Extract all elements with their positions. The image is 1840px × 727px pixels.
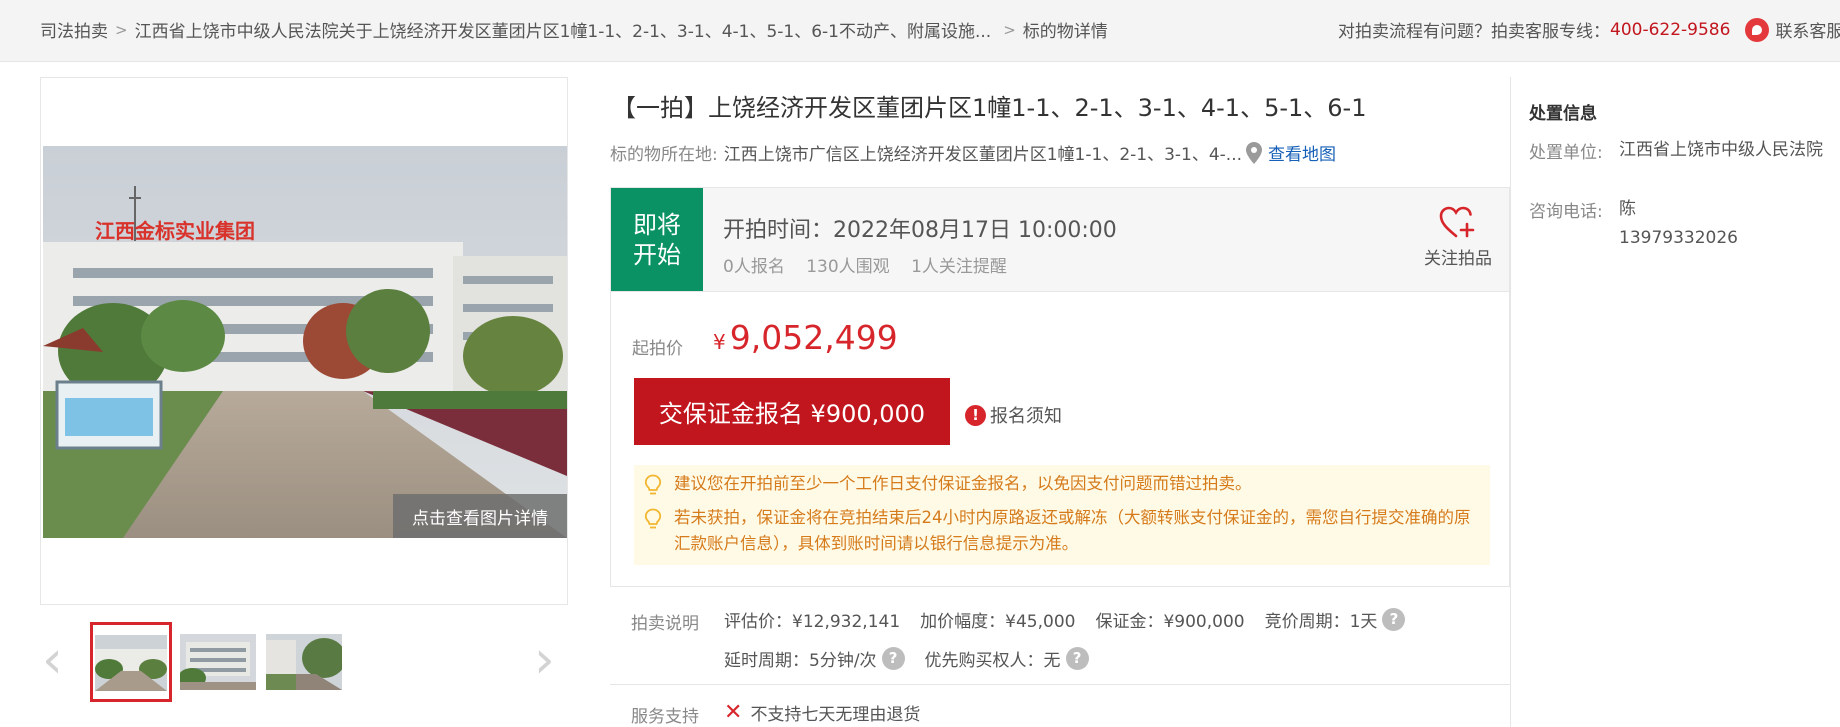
thumbnail-image — [266, 634, 342, 690]
follow-label: 关注拍品 — [1424, 249, 1492, 269]
auction-info-line-1: 评估价：¥12,932,141 加价幅度：¥45,000 保证金：¥900,00… — [724, 607, 1425, 632]
item-location: 标的物所在地: 江西上饶市广信区上饶经济开发区董团片区1幢1-1、2-1、3-1… — [610, 140, 1336, 165]
pay-deposit-signup-button[interactable]: 交保证金报名 ¥900,000 — [634, 378, 950, 445]
start-price: ¥9,052,499 — [713, 318, 898, 357]
service-support: ✕ 不支持七天无理由退货 — [724, 700, 920, 725]
status-line-1: 即将 — [633, 211, 681, 239]
heart-plus-icon — [1439, 206, 1475, 238]
tip-item: 若未获拍，保证金将在竞拍结束后24小时内原路返还或解冻（大额转账支付保证金的，需… — [644, 505, 1480, 557]
start-time: 开拍时间：2022年08月17日 10:00:00 — [723, 218, 1117, 243]
lightbulb-icon — [644, 474, 662, 495]
auction-stats: 0人报名 130人围观 1人关注提醒 — [723, 252, 1023, 277]
tip-text: 建议您在开拍前至少一个工作日支付保证金报名，以免因支付问题而错过拍卖。 — [674, 474, 1252, 493]
disposal-info-panel: 处置信息 处置单位: 江西省上饶市中级人民法院 咨询电话: 陈 13979332… — [1510, 77, 1840, 727]
image-gallery: 江西金标实业集团 点击查看图片详情 — [40, 77, 568, 605]
bid-panel: 起拍价 ¥9,052,499 交保证金报名 ¥900,000 ! 报名须知 建议… — [610, 292, 1510, 587]
bid-cycle: 竞价周期：1天 — [1264, 612, 1378, 632]
tip-text: 若未获拍，保证金将在竞拍结束后24小时内原路返还或解冻（大额转账支付保证金的，需… — [674, 508, 1471, 553]
follow-item-button[interactable]: 关注拍品 — [1421, 206, 1495, 269]
breadcrumb-root-link[interactable]: 司法拍卖 — [40, 17, 108, 42]
item-title: 【一拍】上饶经济开发区董团片区1幢1-1、2-1、3-1、4-1、5-1、6-1 — [612, 94, 1367, 122]
help-icon[interactable]: ? — [1382, 608, 1406, 631]
disposal-unit: 江西省上饶市中级人民法院 — [1619, 140, 1823, 160]
contact-phone-label: 咨询电话: — [1529, 202, 1603, 222]
start-price-label: 起拍价 — [632, 339, 683, 359]
signup-count: 0人报名 — [723, 257, 785, 277]
service-label: 服务支持 — [631, 707, 699, 727]
chevron-right-icon: > — [1003, 20, 1016, 39]
building-sign: 江西金标实业集团 — [95, 219, 255, 243]
status-badge: 即将 开始 — [611, 188, 703, 291]
preemption-item: 优先购买权人：无 ? — [925, 646, 1089, 671]
map-pin-icon — [1246, 141, 1263, 164]
tip-item: 建议您在开拍前至少一个工作日支付保证金报名，以免因支付问题而错过拍卖。 — [644, 471, 1480, 497]
help-icon[interactable]: ? — [881, 647, 905, 670]
thumbnail-image — [180, 634, 256, 690]
breadcrumb-current: 标的物详情 — [1022, 22, 1108, 42]
close-icon: ✕ — [724, 700, 743, 725]
auction-info-label: 拍卖说明 — [631, 614, 699, 634]
auction-info-line-2: 延时周期：5分钟/次 ? 优先购买权人：无 ? — [724, 646, 1109, 671]
currency-symbol: ¥ — [713, 330, 726, 354]
view-map-link[interactable]: 查看地图 — [1268, 140, 1336, 165]
breadcrumb: 司法拍卖 > 江西省上饶市中级人民法院关于上饶经济开发区董团片区1幢1-1、2-… — [40, 17, 1108, 43]
thumbnail-strip: ‹ › — [40, 620, 568, 702]
auction-status-panel: 即将 开始 开拍时间：2022年08月17日 10:00:00 0人报名 130… — [610, 187, 1510, 292]
alert-icon: ! — [965, 404, 986, 426]
disposal-heading: 处置信息 — [1529, 104, 1597, 124]
main-photo[interactable]: 江西金标实业集团 点击查看图片详情 — [43, 146, 567, 538]
disposal-unit-label: 处置单位: — [1529, 143, 1603, 163]
location-label: 标的物所在地: — [610, 145, 718, 165]
help-question: 对拍卖流程有问题？拍卖客服专线： — [1338, 22, 1610, 42]
lightbulb-icon — [644, 508, 662, 529]
contact-phone: 13979332026 — [1619, 228, 1738, 248]
bid-increment: 加价幅度：¥45,000 — [920, 612, 1076, 632]
help-icon[interactable]: ? — [1065, 647, 1089, 670]
contact-service-link[interactable]: 联系客服 — [1775, 17, 1840, 42]
view-photo-details-button[interactable]: 点击查看图片详情 — [393, 494, 567, 538]
deposit-amount: 保证金：¥900,000 — [1095, 612, 1245, 632]
extension-item: 延时周期：5分钟/次 ? — [724, 646, 905, 671]
appraisal-price: 评估价：¥12,932,141 — [724, 612, 901, 632]
reminder-count: 1人关注提醒 — [911, 257, 1007, 277]
start-price-value: 9,052,499 — [729, 318, 898, 357]
preemption-right: 优先购买权人：无 — [924, 651, 1061, 671]
status-line-2: 开始 — [633, 241, 681, 269]
extension-period: 延时周期：5分钟/次 — [724, 651, 877, 671]
contact-info: 陈 13979332026 — [1619, 197, 1825, 251]
building-photo: 江西金标实业集团 — [43, 146, 567, 538]
thumbnail-1[interactable] — [90, 622, 172, 702]
chevron-right-icon: > — [115, 20, 128, 39]
signup-notice-link[interactable]: ! 报名须知 — [965, 402, 1062, 428]
thumbnail-3[interactable] — [266, 634, 342, 690]
customer-service-icon[interactable] — [1745, 17, 1770, 42]
chevron-left-icon[interactable]: ‹ — [42, 634, 70, 686]
no-return-text: 不支持七天无理由退货 — [750, 705, 921, 725]
breadcrumb-case-link[interactable]: 江西省上饶市中级人民法院关于上饶经济开发区董团片区1幢1-1、2-1、3-1、4… — [135, 17, 992, 42]
thumbnail-image — [95, 635, 167, 691]
divider — [610, 684, 1510, 685]
watcher-count: 130人围观 — [806, 257, 890, 277]
thumbnail-2[interactable] — [180, 634, 256, 690]
bid-cycle-item: 竞价周期：1天 ? — [1265, 607, 1406, 632]
location-address: 江西上饶市广信区上饶经济开发区董团片区1幢1-1、2-1、3-1、4-... — [723, 145, 1243, 165]
signup-notice-label: 报名须知 — [990, 406, 1062, 427]
chevron-right-icon[interactable]: › — [534, 634, 562, 686]
hotline-number: 400-622-9586 — [1610, 19, 1731, 40]
help-hotline: 对拍卖流程有问题？拍卖客服专线： 400-622-9586 联系客服 — [1338, 17, 1840, 42]
top-bar: 司法拍卖 > 江西省上饶市中级人民法院关于上饶经济开发区董团片区1幢1-1、2-… — [0, 0, 1840, 62]
deposit-tips: 建议您在开拍前至少一个工作日支付保证金报名，以免因支付问题而错过拍卖。 若未获拍… — [634, 465, 1490, 565]
contact-name: 陈 — [1619, 199, 1636, 219]
